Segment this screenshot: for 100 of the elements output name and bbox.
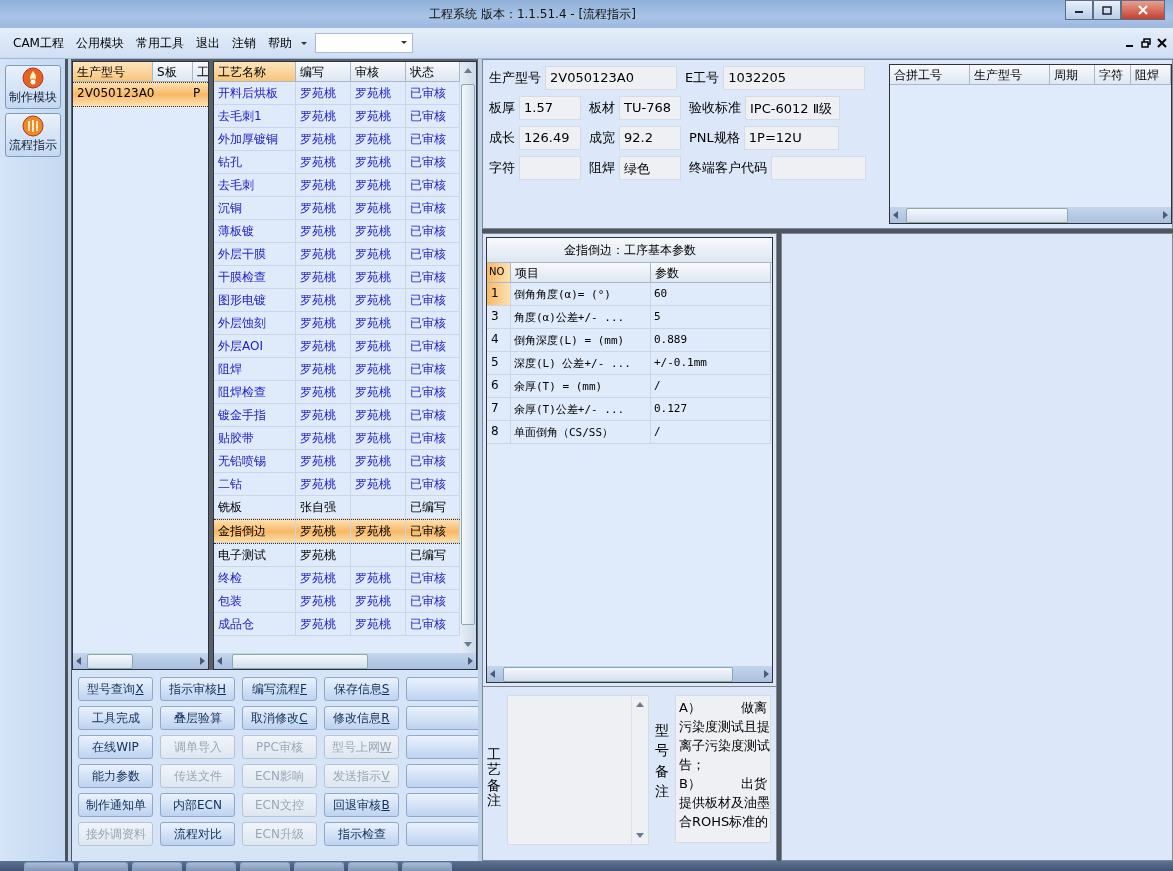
scroll-right-icon[interactable] [468,657,473,665]
taskbar-button[interactable] [294,862,344,871]
column-header[interactable]: 字符 [1095,65,1131,85]
table-row[interactable]: 5 深度(L) 公差+/- ... +/-0.1mm [487,352,772,375]
scrollbar-thumb[interactable] [906,208,1068,223]
table-row[interactable]: 开料后烘板 罗苑桃 罗苑桃 已审核 [214,82,460,105]
column-header[interactable]: 生产型号 [73,62,153,82]
action-button[interactable]: 指示检查 [324,822,399,846]
action-button[interactable]: 能力参数 [78,764,153,788]
table-row[interactable]: 干膜检查 罗苑桃 罗苑桃 已审核 [214,266,460,289]
scroll-right-icon[interactable] [200,657,205,665]
scrollbar-thumb[interactable] [232,654,368,669]
table-row[interactable]: 3 角度(α)公差+/- ... 5 [487,306,772,329]
taskbar-button[interactable] [348,862,398,871]
table-row[interactable]: 2V050123A0 P [73,82,208,107]
taskbar-button[interactable] [78,862,128,871]
table-row[interactable]: 外加厚镀铜 罗苑桃 罗苑桃 已审核 [214,128,460,151]
table-row[interactable]: 阻焊检查 罗苑桃 罗苑桃 已审核 [214,381,460,404]
blank-button[interactable] [406,764,478,788]
table-row[interactable]: 成品仓 罗苑桃 罗苑桃 已审核 [214,613,460,636]
table-row[interactable]: 外层蚀刻 罗苑桃 罗苑桃 已审核 [214,312,460,335]
taskbar-button[interactable] [186,862,236,871]
action-button[interactable]: 流程对比 [160,822,235,846]
input-field[interactable]: IPC-6012 Ⅱ级 [745,96,840,120]
table-row[interactable]: 阻焊 罗苑桃 罗苑桃 已审核 [214,358,460,381]
table-row[interactable]: 4 倒角深度(L) = (mm) 0.889 [487,329,772,352]
horizontal-scrollbar[interactable] [890,207,1171,223]
taskbar-button[interactable] [240,862,290,871]
horizontal-scrollbar[interactable] [487,666,772,682]
scroll-down-icon[interactable] [464,642,472,647]
table-row[interactable]: 包装 罗苑桃 罗苑桃 已审核 [214,590,460,613]
scroll-right-icon[interactable] [1163,211,1168,219]
combo-box[interactable] [314,33,413,53]
input-field[interactable]: 1.57 [519,96,581,120]
action-button[interactable]: 制作通知单 [78,793,153,817]
scroll-up-icon[interactable] [636,702,644,707]
blank-button[interactable] [406,735,478,759]
scroll-down-icon[interactable] [636,833,644,838]
action-button[interactable]: 保存信息S [324,677,399,701]
table-row[interactable]: 外层干膜 罗苑桃 罗苑桃 已审核 [214,243,460,266]
menu-item[interactable]: 注销 [226,31,261,55]
input-field[interactable]: 绿色 [619,156,681,180]
action-button[interactable]: 修改信息R [324,706,399,730]
column-header[interactable]: 生产型号 [970,65,1050,85]
table-row[interactable]: 6 余厚(T) = (mm) / [487,375,772,398]
scroll-right-icon[interactable] [764,670,769,678]
blank-button[interactable] [406,677,478,701]
horizontal-scrollbar[interactable] [73,653,208,669]
scroll-up-icon[interactable] [464,68,472,73]
column-header[interactable]: 编写 [296,62,351,82]
action-button[interactable]: 叠层验算 [160,706,235,730]
column-header[interactable]: 合拼工号 [890,65,970,85]
scrollbar-thumb[interactable] [461,84,475,625]
column-header[interactable]: 参数 [651,263,771,283]
action-button[interactable]: 内部ECN [160,793,235,817]
input-field[interactable] [519,156,581,180]
input-field[interactable] [771,156,866,180]
table-row[interactable]: 8 单面倒角（CS/SS） / [487,421,772,444]
action-button[interactable]: 回退审核B [324,793,399,817]
menu-item[interactable]: 公用模块 [70,31,129,55]
input-field[interactable]: 1032205 [723,66,866,90]
action-button[interactable]: 工具完成 [78,706,153,730]
vertical-scrollbar[interactable] [460,62,476,653]
input-field[interactable]: TU-768 [619,96,681,120]
table-row[interactable]: 贴胶带 罗苑桃 罗苑桃 已审核 [214,427,460,450]
column-header[interactable]: 审核 [351,62,406,82]
blank-button[interactable] [406,793,478,817]
process-remarks-field[interactable] [507,695,649,845]
action-button[interactable]: 型号查询X [78,677,153,701]
scroll-left-icon[interactable] [217,657,222,665]
column-header[interactable]: NO [487,263,511,283]
column-header[interactable]: 项目 [511,263,651,283]
input-field[interactable]: 126.49 [519,126,581,150]
table-row[interactable]: 7 余厚(T)公差+/- ... 0.127 [487,398,772,421]
input-field[interactable]: 92.2 [619,126,681,150]
column-header[interactable]: 工艺名称 [214,62,296,82]
menu-item[interactable]: 退出 [190,31,225,55]
menu-item[interactable]: 帮助 [262,31,297,55]
table-row[interactable]: 去毛刺1 罗苑桃 罗苑桃 已审核 [214,105,460,128]
restore-icon[interactable] [1141,38,1151,48]
taskbar-button[interactable] [402,862,452,871]
table-row[interactable]: 电子测试 罗苑桃 已编写 [214,544,460,567]
menu-item[interactable]: CAM工程 [8,31,69,55]
table-row[interactable]: 无铅喷锡 罗苑桃 罗苑桃 已审核 [214,450,460,473]
taskbar-button[interactable] [24,862,74,871]
model-remarks-field[interactable]: A） 做离 污染度测试且提 离子污染度测试 告； B） 出货 提供板材及油墨 合ROHS标准的 [675,695,771,843]
scrollbar-thumb[interactable] [503,667,733,682]
action-button[interactable]: 在线WIP [78,735,153,759]
menu-item[interactable]: 常用工具 [130,31,189,55]
maximize-button[interactable] [1093,0,1121,20]
taskbar-button[interactable] [132,862,182,871]
blank-button[interactable] [406,822,478,846]
table-row[interactable]: 钻孔 罗苑桃 罗苑桃 已审核 [214,151,460,174]
minimize-button[interactable] [1065,0,1093,20]
table-row[interactable]: 外层AOI 罗苑桃 罗苑桃 已审核 [214,335,460,358]
scroll-left-icon[interactable] [490,670,495,678]
nav-button[interactable]: 制作模块 [4,65,61,109]
scroll-left-icon[interactable] [76,657,81,665]
scroll-left-icon[interactable] [893,211,898,219]
table-row[interactable]: 薄板镀 罗苑桃 罗苑桃 已审核 [214,220,460,243]
